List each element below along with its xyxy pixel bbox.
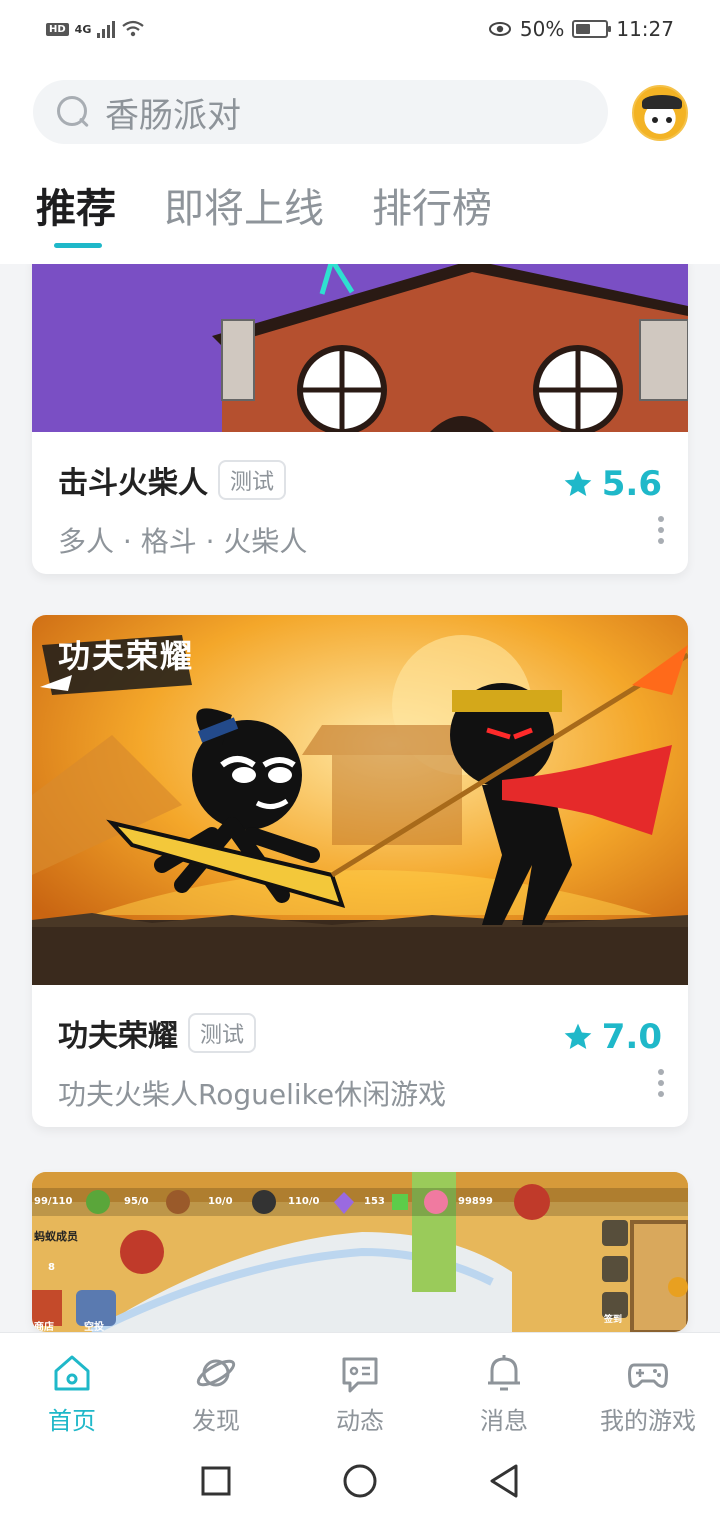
hud-ant: 110/0: [288, 1196, 320, 1207]
game-banner[interactable]: 99/110 95/0 10/0 110/0 153 99899 蚂蚁成员 8 …: [32, 1172, 688, 1332]
nav-messages[interactable]: 消息: [432, 1333, 576, 1442]
avatar[interactable]: [632, 85, 688, 141]
hud-leaf: 95/0: [124, 1196, 149, 1207]
tab-label: 推荐: [36, 186, 116, 232]
game-card[interactable]: 击斗火柴人 测试 5.6 多人 · 格斗 · 火柴人: [32, 264, 688, 574]
home-button-icon[interactable]: [342, 1463, 378, 1499]
game-info: 击斗火柴人 测试 5.6 多人 · 格斗 · 火柴人: [32, 432, 688, 574]
game-logo-text: 功夫荣耀: [58, 637, 195, 675]
hud-nut: 10/0: [208, 1196, 233, 1207]
hud-count: 8: [48, 1262, 55, 1273]
more-options-icon[interactable]: [656, 516, 666, 544]
status-left: HD 4G: [46, 20, 145, 38]
clock: 11:27: [616, 17, 674, 41]
tab-upcoming[interactable]: 即将上线: [164, 180, 324, 244]
hud-crystal: 153: [364, 1196, 385, 1207]
star-icon: [564, 1023, 592, 1049]
star-icon: [564, 470, 592, 496]
game-banner[interactable]: 功夫荣耀: [32, 615, 688, 985]
planet-icon: [196, 1359, 236, 1387]
search-bar[interactable]: 香肠派对: [33, 80, 608, 144]
nav-label: 发现: [192, 1407, 240, 1435]
tab-ranking[interactable]: 排行榜: [372, 180, 492, 244]
nav-label: 我的游戏: [600, 1407, 696, 1435]
header: 香肠派对 推荐 即将上线 排行榜: [0, 58, 720, 264]
hud-flower: 99899: [458, 1196, 493, 1207]
hud-shop: 商店: [34, 1322, 54, 1332]
nav-label: 动态: [336, 1407, 384, 1435]
avatar-eye: [652, 117, 658, 123]
game-banner[interactable]: [32, 264, 688, 432]
tab-indicator: [54, 243, 102, 248]
chat-icon: [342, 1357, 378, 1393]
bottom-nav: 首页 发现 动态 消息 我的游戏: [0, 1332, 720, 1442]
game-description: 功夫火柴人Roguelike休闲游戏: [58, 1078, 447, 1111]
bell-icon: [488, 1355, 520, 1391]
recents-icon[interactable]: [200, 1465, 232, 1497]
eye-icon: [488, 22, 511, 36]
game-feed[interactable]: 击斗火柴人 测试 5.6 多人 · 格斗 · 火柴人 功夫荣耀 功夫荣耀 测试 …: [0, 264, 720, 1332]
game-title: 击斗火柴人: [58, 466, 208, 501]
battery-icon: [572, 20, 612, 38]
tab-recommend[interactable]: 推荐: [36, 180, 116, 248]
nav-feed[interactable]: 动态: [288, 1333, 432, 1442]
rating-value: 5.6: [601, 464, 662, 504]
hd-badge: HD: [46, 22, 69, 36]
game-title: 功夫荣耀: [58, 1019, 178, 1054]
system-nav-bar: [0, 1442, 720, 1520]
tab-bar: 推荐 即将上线 排行榜: [36, 180, 492, 248]
rating: 5.6: [562, 464, 662, 504]
status-right: 50% 11:27: [488, 17, 674, 41]
game-banner-art: [32, 264, 688, 432]
test-tag: 测试: [188, 1013, 257, 1053]
game-card[interactable]: 99/110 95/0 10/0 110/0 153 99899 蚂蚁成员 8 …: [32, 1172, 688, 1332]
game-card[interactable]: 功夫荣耀 功夫荣耀 测试 7.0 功夫火柴人Roguelike休闲游戏: [32, 615, 688, 1127]
hud-signin: 签到: [604, 1315, 623, 1325]
search-icon: [55, 94, 91, 130]
hud-member: 蚂蚁成员: [34, 1230, 78, 1243]
home-icon: [54, 1355, 90, 1391]
status-bar: HD 4G 50% 11:27: [0, 0, 720, 58]
signal-icon: [97, 20, 116, 38]
rating: 7.0: [562, 1017, 662, 1057]
nav-discover[interactable]: 发现: [144, 1333, 288, 1442]
gamepad-icon: [628, 1363, 668, 1388]
nav-my-games[interactable]: 我的游戏: [576, 1333, 720, 1442]
tab-label: 即将上线: [164, 186, 324, 232]
nav-home[interactable]: 首页: [0, 1333, 144, 1442]
test-tag: 测试: [218, 460, 287, 500]
hud-airdrop: 空投: [84, 1322, 104, 1332]
nav-label: 首页: [48, 1407, 96, 1435]
rating-value: 7.0: [601, 1017, 662, 1057]
game-description: 多人 · 格斗 · 火柴人: [58, 525, 308, 558]
back-icon[interactable]: [488, 1463, 520, 1499]
more-options-icon[interactable]: [656, 1069, 666, 1097]
nav-label: 消息: [480, 1407, 528, 1435]
tab-label: 排行榜: [372, 186, 492, 232]
battery-percent: 50%: [519, 17, 565, 41]
avatar-hat: [642, 95, 682, 109]
search-placeholder: 香肠派对: [105, 95, 241, 136]
avatar-eye: [666, 117, 672, 123]
wifi-icon: [122, 20, 145, 37]
hud-hp: 99/110: [34, 1196, 73, 1207]
network-type: 4G: [74, 22, 92, 36]
game-info: 功夫荣耀 测试 7.0 功夫火柴人Roguelike休闲游戏: [32, 985, 688, 1127]
